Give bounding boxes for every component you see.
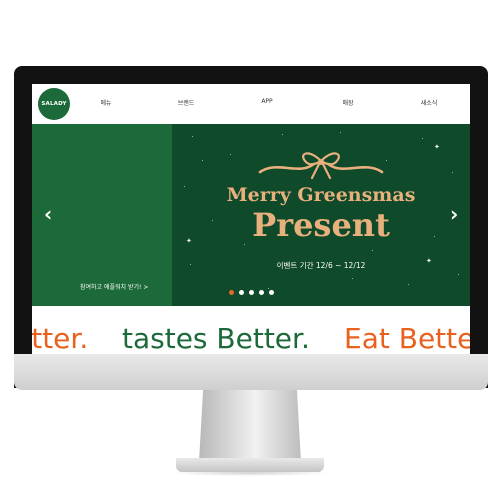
event-cta-link[interactable]: 참여하고 애플워치 받기! > <box>80 282 148 291</box>
carousel-prev-arrow-icon[interactable]: ‹ <box>44 204 52 224</box>
promo-title-line2: Present <box>252 206 390 244</box>
promo-title-line1: Merry Greensmas <box>226 184 416 206</box>
nav-item-brand[interactable]: 브랜드 <box>178 98 195 107</box>
carousel-dot[interactable] <box>229 290 234 295</box>
brand-logo[interactable]: SALADY <box>38 88 70 120</box>
promo-period: 이벤트 기간 12/6 ~ 12/12 <box>276 261 366 270</box>
carousel-next-arrow-icon[interactable]: › <box>450 204 458 224</box>
brand-logo-text: SALADY <box>41 101 67 107</box>
carousel-pagination <box>229 290 274 295</box>
sparkle-icon: ✦ <box>434 143 440 151</box>
website-screen: SALADY 메뉴 브랜드 APP 매장 새소식 참여하고 애플워치 받기! > <box>32 84 470 354</box>
slogan-marquee: etter. tastes Better. Eat Bette <box>32 320 470 354</box>
nav-item-news[interactable]: 새소식 <box>421 98 438 107</box>
carousel-dot[interactable] <box>269 290 274 295</box>
monitor-stand <box>199 390 301 462</box>
top-navigation: SALADY 메뉴 브랜드 APP 매장 새소식 <box>32 84 470 124</box>
nav-item-menu[interactable]: 메뉴 <box>100 98 111 107</box>
monitor-chin <box>14 354 488 390</box>
hero-left-panel: 참여하고 애플워치 받기! > <box>32 124 172 306</box>
carousel-dot[interactable] <box>239 290 244 295</box>
carousel-dot[interactable] <box>249 290 254 295</box>
nav-item-app[interactable]: APP <box>261 98 272 105</box>
ribbon-bow-icon <box>258 152 384 180</box>
carousel-dot[interactable] <box>259 290 264 295</box>
slogan-text: Eat Bette <box>344 322 470 354</box>
hero-carousel: 참여하고 애플워치 받기! > ✦ ✦ ✦ Merry Greensmas Pr… <box>32 124 470 306</box>
nav-item-stores[interactable]: 매장 <box>342 98 353 107</box>
slogan-text: tastes Better. <box>122 322 310 354</box>
promo-banner[interactable]: ✦ ✦ ✦ Merry Greensmas Present 이벤트 기간 12/… <box>172 124 470 306</box>
slogan-text: etter. <box>32 322 89 354</box>
monitor-base <box>176 458 324 472</box>
